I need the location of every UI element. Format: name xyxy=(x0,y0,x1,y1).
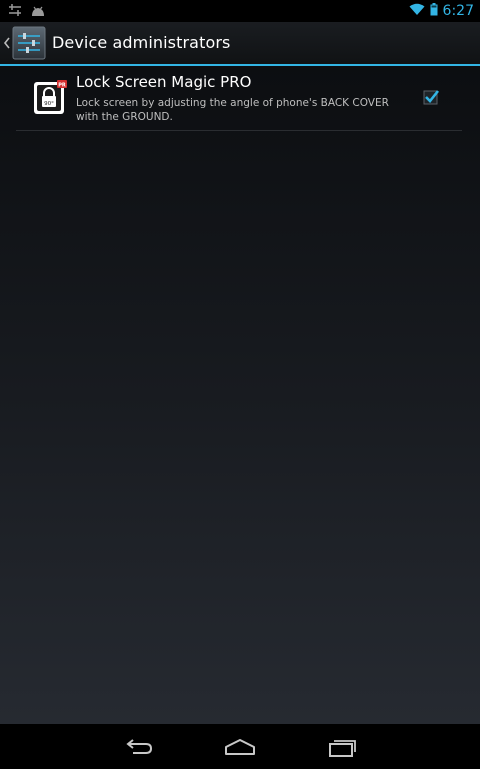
battery-icon xyxy=(430,1,438,20)
wifi-icon xyxy=(409,1,425,20)
android-notification-icon xyxy=(30,2,46,21)
lock-screen-magic-app-icon: PR 90° xyxy=(34,80,67,114)
admin-title: Lock Screen Magic PRO xyxy=(76,73,252,91)
home-icon[interactable] xyxy=(223,736,257,758)
action-bar: Device administrators xyxy=(0,22,480,66)
svg-text:PR: PR xyxy=(58,82,66,88)
page-title: Device administrators xyxy=(52,33,231,52)
admin-list: PR 90° Lock Screen Magic PRO Lock screen… xyxy=(0,66,480,724)
list-item-lock-screen-magic-pro[interactable]: PR 90° Lock Screen Magic PRO Lock screen… xyxy=(16,66,462,131)
recents-icon[interactable] xyxy=(326,736,360,758)
svg-text:90°: 90° xyxy=(44,101,54,107)
status-bar-system: 6:27 xyxy=(409,1,474,20)
status-bar: 6:27 xyxy=(0,0,480,22)
status-time: 6:27 xyxy=(442,2,474,19)
settings-sliders-icon[interactable] xyxy=(12,26,46,60)
usb-debug-icon xyxy=(8,2,22,21)
status-bar-notifications xyxy=(8,2,46,21)
admin-description: Lock screen by adjusting the angle of ph… xyxy=(76,97,389,123)
admin-enabled-checkbox[interactable] xyxy=(422,88,440,106)
chevron-left-icon[interactable] xyxy=(2,34,12,52)
back-icon[interactable] xyxy=(121,736,155,758)
device-admin-screen: 6:27 Device administrators PR 90° Lock S… xyxy=(0,0,480,769)
navigation-bar xyxy=(0,724,480,769)
